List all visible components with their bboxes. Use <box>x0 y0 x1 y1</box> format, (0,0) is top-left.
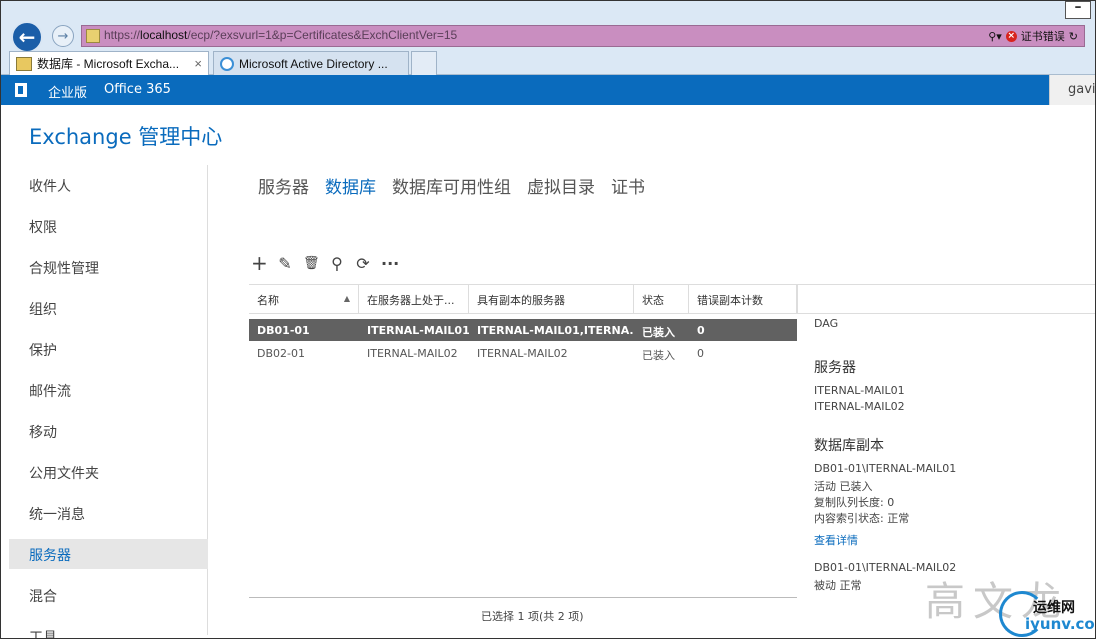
cell-server: ITERNAL-MAIL01 <box>367 324 469 337</box>
details-pane: DAG 服务器 ITERNAL-MAIL01 ITERNAL-MAIL02 数据… <box>798 315 1095 595</box>
user-menu[interactable]: gavin <box>1049 75 1095 105</box>
table-row[interactable]: DB02-01 ITERNAL-MAIL02 ITERNAL-MAIL02 已装… <box>249 342 797 364</box>
search-icon[interactable]: ⚲ <box>329 254 345 273</box>
url-host: localhost <box>140 28 188 42</box>
toolbar: + ✎ 🗑 ⚲ ⟳ ··· <box>251 251 399 275</box>
edit-icon[interactable]: ✎ <box>277 254 293 273</box>
nav-item-unified-messaging[interactable]: 统一消息 <box>9 498 208 528</box>
nav-item-compliance[interactable]: 合规性管理 <box>9 252 208 282</box>
left-nav: 收件人 权限 合规性管理 组织 保护 邮件流 移动 公用文件夹 统一消息 服务器… <box>9 165 208 638</box>
exchange-favicon-icon <box>16 56 32 71</box>
column-header-servers-with-copies[interactable]: 具有副本的服务器 <box>469 285 634 313</box>
tab-title: 数据库 - Microsoft Excha... <box>37 57 180 71</box>
nav-item-tools[interactable]: 工具 <box>9 621 208 638</box>
ie-favicon-icon <box>220 56 234 71</box>
forward-arrow-icon: → <box>57 28 69 44</box>
office-logo-icon[interactable] <box>15 83 27 97</box>
nav-item-organization[interactable]: 组织 <box>9 293 208 323</box>
suite-bar: 企业版 Office 365 gavin <box>1 75 1095 105</box>
server-name: ITERNAL-MAIL01 <box>814 384 905 397</box>
copy-name: DB01-01\ITERNAL-MAIL01 <box>814 462 957 475</box>
sort-ascending-icon: ▲ <box>343 294 350 303</box>
tab-title: Microsoft Active Directory ... <box>239 56 388 71</box>
cell-status: 已装入 <box>642 349 675 362</box>
nav-item-recipients[interactable]: 收件人 <box>9 170 208 200</box>
nav-item-servers[interactable]: 服务器 <box>9 539 208 569</box>
page-title: Exchange 管理中心 <box>29 125 223 149</box>
column-label: 名称 <box>257 294 279 307</box>
browser-tab-active[interactable]: 数据库 - Microsoft Excha... × <box>9 51 209 75</box>
server-name: ITERNAL-MAIL02 <box>814 400 905 413</box>
column-header-bad-copy-count[interactable]: 错误副本计数 <box>689 285 797 313</box>
back-button[interactable]: ← <box>11 21 43 53</box>
tab-virtual-directories[interactable]: 虚拟目录 <box>527 173 595 198</box>
cell-copies: ITERNAL-MAIL02 <box>477 347 568 360</box>
cell-server: ITERNAL-MAIL02 <box>367 347 458 360</box>
column-header-mounted-on[interactable]: 在服务器上处于... <box>359 285 469 313</box>
copy-state: 被动 正常 <box>814 579 862 592</box>
minimize-button[interactable]: – <box>1065 1 1091 19</box>
watermark: 高文龙 运维网 iyunv.com <box>921 569 1095 638</box>
nav-item-mobile[interactable]: 移动 <box>9 416 208 446</box>
copy-queue-length: 复制队列长度: 0 <box>814 496 895 509</box>
url-prefix: https:// <box>104 28 141 42</box>
tab-certificates[interactable]: 证书 <box>611 173 645 198</box>
copies-heading: 数据库副本 <box>814 438 884 454</box>
cell-copies: ITERNAL-MAIL01,ITERNA... <box>477 324 634 337</box>
edition-link[interactable]: 企业版 <box>48 82 87 101</box>
section-tabs: 服务器 数据库 数据库可用性组 虚拟目录 证书 <box>258 173 645 198</box>
search-icon[interactable]: ⚲▾ <box>988 30 1002 43</box>
watermark-brand: 运维网 <box>1033 600 1075 616</box>
selection-status: 已选择 1 项(共 2 项) <box>481 610 584 623</box>
browser-tab[interactable]: Microsoft Active Directory ... <box>213 51 409 75</box>
details-header-strip <box>797 284 1095 314</box>
nav-item-public-folders[interactable]: 公用文件夹 <box>9 457 208 487</box>
copy-index-state: 内容索引状态: 正常 <box>814 512 910 525</box>
nav-item-protection[interactable]: 保护 <box>9 334 208 364</box>
servers-heading: 服务器 <box>814 360 856 376</box>
copy-state: 活动 已装入 <box>814 480 873 493</box>
tab-servers[interactable]: 服务器 <box>258 173 309 198</box>
url-path: /ecp/?exsvurl=1&p=Certificates&ExchClien… <box>187 28 458 42</box>
nav-item-hybrid[interactable]: 混合 <box>9 580 208 610</box>
add-icon[interactable]: + <box>251 251 268 275</box>
view-details-link[interactable]: 查看详情 <box>814 532 858 548</box>
column-header-status[interactable]: 状态 <box>634 285 689 313</box>
nav-item-permissions[interactable]: 权限 <box>9 211 208 241</box>
grid-header: 名称 ▲ 在服务器上处于... 具有副本的服务器 状态 错误副本计数 <box>249 284 797 314</box>
tab-dag[interactable]: 数据库可用性组 <box>392 173 511 198</box>
browser-chrome: ← → https://localhost/ecp/?exsvurl=1&p=C… <box>1 1 1095 75</box>
watermark-domain: iyunv.com <box>1025 615 1095 633</box>
table-row[interactable]: DB01-01 ITERNAL-MAIL01 ITERNAL-MAIL01,IT… <box>249 319 797 341</box>
tab-close-icon[interactable]: × <box>194 56 202 71</box>
new-tab-button[interactable] <box>411 51 437 75</box>
browser-window: ← → https://localhost/ecp/?exsvurl=1&p=C… <box>0 0 1096 639</box>
refresh-icon[interactable]: ⟳ <box>355 254 371 273</box>
cell-status: 已装入 <box>642 326 675 339</box>
cell-bad-copy-count: 0 <box>697 324 705 337</box>
url-text[interactable]: https://localhost/ecp/?exsvurl=1&p=Certi… <box>104 28 457 42</box>
nav-item-mail-flow[interactable]: 邮件流 <box>9 375 208 405</box>
forward-button[interactable]: → <box>52 25 74 47</box>
column-header-name[interactable]: 名称 ▲ <box>249 285 359 313</box>
cert-error-icon[interactable]: × <box>1005 30 1017 42</box>
more-icon[interactable]: ··· <box>381 254 399 273</box>
database-grid: 名称 ▲ 在服务器上处于... 具有副本的服务器 状态 错误副本计数 DB01-0… <box>249 284 797 634</box>
cell-name: DB02-01 <box>257 347 305 360</box>
refresh-icon[interactable]: ↻ <box>1069 30 1078 43</box>
grid-footer: 已选择 1 项(共 2 项) <box>249 597 797 633</box>
tab-databases[interactable]: 数据库 <box>325 173 376 198</box>
address-tools: ⚲▾ × 证书错误 ↻ <box>988 28 1078 44</box>
cell-bad-copy-count: 0 <box>697 347 704 360</box>
office365-link[interactable]: Office 365 <box>104 82 171 97</box>
delete-icon[interactable]: 🗑 <box>303 256 320 271</box>
page-icon <box>86 29 100 43</box>
address-bar[interactable]: https://localhost/ecp/?exsvurl=1&p=Certi… <box>81 25 1085 47</box>
back-arrow-icon: ← <box>18 25 36 49</box>
cert-error-label[interactable]: 证书错误 <box>1021 28 1065 44</box>
cell-name: DB01-01 <box>257 324 310 337</box>
dag-label: DAG <box>814 317 839 330</box>
